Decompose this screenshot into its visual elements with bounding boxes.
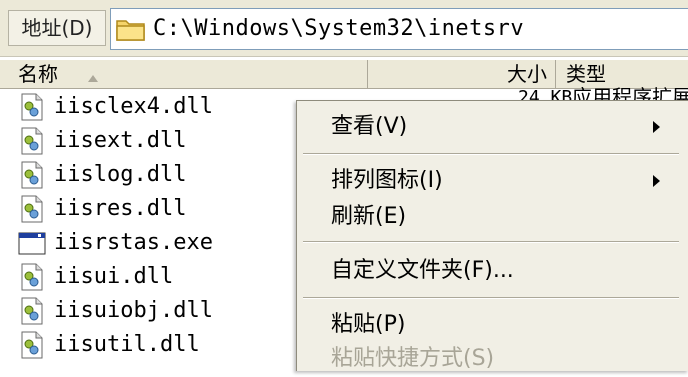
dll-file-icon [18,263,46,291]
file-name: iislog.dll [54,162,187,187]
menu-item-arrange-icons[interactable]: 排列图标(I) [297,163,688,199]
column-name-label: 名称 [18,62,58,86]
file-name: iisclex4.dll [54,94,213,119]
dll-file-icon [18,127,46,155]
exe-file-icon [18,229,46,257]
address-bar: 地址(D) C:\Windows\System32\inetsrv [0,0,688,57]
menu-item-paste-shortcut[interactable]: 粘贴快捷方式(S) [297,341,688,377]
menu-separator [303,153,679,155]
address-field[interactable]: C:\Windows\System32\inetsrv [110,8,688,50]
folder-icon [115,15,147,43]
file-name: iisui.dll [54,264,174,289]
submenu-arrow-icon [653,175,660,187]
menu-item-label: 刷新(E) [331,204,407,229]
dll-file-icon [18,161,46,189]
file-name: iisres.dll [54,196,187,221]
dll-file-icon [18,331,46,359]
menu-item-label: 查看(V) [331,114,408,139]
column-header-size[interactable]: 大小 [368,60,556,88]
menu-item-label: 粘贴快捷方式(S) [331,346,495,371]
file-name: iisrstas.exe [54,230,213,255]
file-name: iisuiobj.dll [54,298,213,323]
file-name: iisext.dll [54,128,187,153]
menu-item-view[interactable]: 查看(V) [297,109,688,145]
column-header-type[interactable]: 类型 [556,60,688,88]
menu-item-refresh[interactable]: 刷新(E) [297,199,688,235]
dll-file-icon [18,195,46,223]
sort-ascending-icon [86,65,100,82]
dll-file-icon [18,297,46,325]
column-header-name[interactable]: 名称 [0,60,368,88]
address-label: 地址(D) [8,10,106,46]
menu-item-customize-folder[interactable]: 自定义文件夹(F)... [297,253,688,289]
menu-separator [303,297,679,299]
menu-item-paste[interactable]: 粘贴(P) [297,307,688,343]
column-type-label: 类型 [566,62,606,86]
context-menu: 查看(V) 排列图标(I) 刷新(E) 自定义文件夹(F)... 粘贴(P) 粘… [296,100,688,371]
column-size-label: 大小 [507,62,547,86]
submenu-arrow-icon [653,121,660,133]
menu-item-label: 自定义文件夹(F)... [331,258,514,283]
dll-file-icon [18,93,46,121]
menu-item-label: 粘贴(P) [331,312,406,337]
menu-separator [303,241,679,243]
address-path[interactable]: C:\Windows\System32\inetsrv [153,9,524,49]
file-name: iisutil.dll [54,332,200,357]
menu-item-label: 排列图标(I) [331,168,443,193]
